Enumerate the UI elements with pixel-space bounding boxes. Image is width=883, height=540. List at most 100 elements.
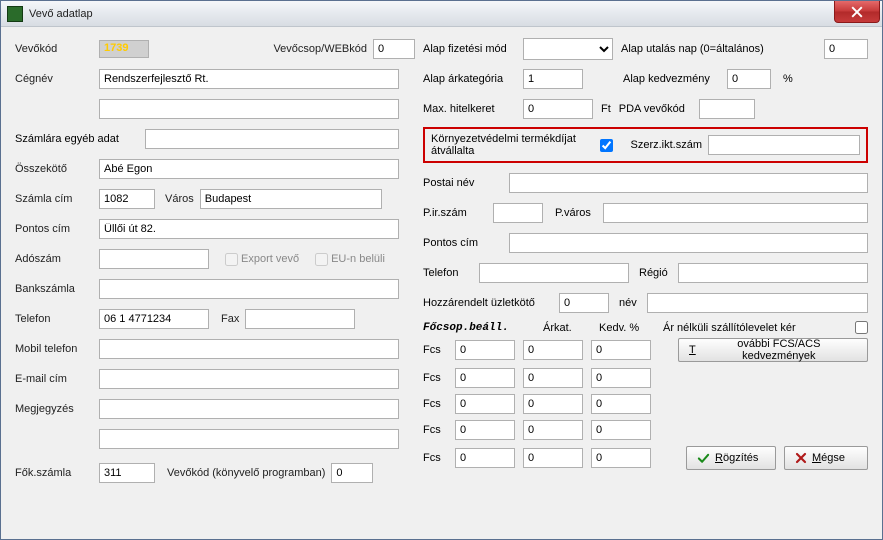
postai-nev-label: Postai név <box>423 177 509 189</box>
alap-utalas-input[interactable] <box>824 39 868 59</box>
app-icon <box>7 6 23 22</box>
alap-arkat-input[interactable] <box>523 69 583 89</box>
varos-input[interactable] <box>200 189 382 209</box>
vevokod-value: 1739 <box>99 40 149 58</box>
fcs-0-b-input[interactable] <box>523 340 583 360</box>
alap-arkat-label: Alap árkategória <box>423 73 523 85</box>
left-column: Vevőkód 1739 Vevőcsop/WEBkód Cégnév Szám… <box>15 37 415 491</box>
osszekoto-label: Összekötő <box>15 163 99 175</box>
fcs-2-c-input[interactable] <box>591 394 651 414</box>
max-hitel-input[interactable] <box>523 99 593 119</box>
percent-label: % <box>771 73 793 85</box>
bankszamla-label: Bankszámla <box>15 283 99 295</box>
p-pontos-cim-label: Pontos cím <box>423 237 509 249</box>
fax-label: Fax <box>209 313 245 325</box>
nev-label: név <box>609 297 647 309</box>
fcs-1-label: Fcs <box>423 372 447 384</box>
right-column: Alap fizetési mód Alap utalás nap (0=ált… <box>423 37 868 491</box>
pda-input[interactable] <box>699 99 755 119</box>
szamla-egyeb-input[interactable] <box>145 129 399 149</box>
mobil-input[interactable] <box>99 339 399 359</box>
fax-input[interactable] <box>245 309 355 329</box>
korny-checkbox[interactable] <box>600 139 613 152</box>
arnelkuli-checkbox[interactable] <box>855 321 868 334</box>
fcs-3-label: Fcs <box>423 424 447 436</box>
pvaros-input[interactable] <box>603 203 868 223</box>
export-vevo-label: Export vevő <box>238 253 305 265</box>
fcs-1-c-input[interactable] <box>591 368 651 388</box>
tovabbi-fcs-button[interactable]: További FCS/ACS kedvezmények <box>678 338 868 362</box>
cegnev-input[interactable] <box>99 69 399 89</box>
szerz-label: Szerz.ikt.szám <box>630 139 702 151</box>
close-icon <box>851 6 863 18</box>
adoszam-input[interactable] <box>99 249 209 269</box>
szamla-irsz-input[interactable] <box>99 189 155 209</box>
email-input[interactable] <box>99 369 399 389</box>
fcs-3-c-input[interactable] <box>591 420 651 440</box>
alap-kedv-input[interactable] <box>727 69 771 89</box>
telefon-label: Telefon <box>15 313 99 325</box>
fokszamla-input[interactable] <box>99 463 155 483</box>
fcs-0-c-input[interactable] <box>591 340 651 360</box>
megjegyzes1-input[interactable] <box>99 399 399 419</box>
p-pontos-cim-input[interactable] <box>509 233 868 253</box>
fcs-0-a-input[interactable] <box>455 340 515 360</box>
osszekoto-input[interactable] <box>99 159 399 179</box>
fcs-2-label: Fcs <box>423 398 447 410</box>
fcs-3-b-input[interactable] <box>523 420 583 440</box>
vevokod-label: Vevőkód <box>15 43 99 55</box>
szamla-cim-label: Számla cím <box>15 193 99 205</box>
eu-beluli-checkbox[interactable] <box>315 253 328 266</box>
fcs-4-c-input[interactable] <box>591 448 651 468</box>
alap-kedv-label: Alap kedvezmény <box>623 73 727 85</box>
check-icon <box>697 452 710 465</box>
pontos-cim-label: Pontos cím <box>15 223 99 235</box>
kedv-header: Kedv. % <box>599 322 653 334</box>
email-label: E-mail cím <box>15 373 99 385</box>
nev-input[interactable] <box>647 293 868 313</box>
cegnev2-input[interactable] <box>99 99 399 119</box>
hozzarendelt-label: Hozzárendelt üzletkötő <box>423 297 559 309</box>
arnelkuli-label: Ár nélküli szállítólevelet kér <box>663 322 845 334</box>
fcs-4-b-input[interactable] <box>523 448 583 468</box>
regio-input[interactable] <box>678 263 868 283</box>
alap-fiz-select[interactable] <box>523 38 613 60</box>
environmental-fee-box: Környezetvédelmi termékdíjat átvállalta … <box>423 127 868 163</box>
fokszamla-label: Fők.számla <box>15 467 99 479</box>
save-button[interactable]: Rögzítés <box>686 446 776 470</box>
pirszam-input[interactable] <box>493 203 543 223</box>
telefon-input[interactable] <box>99 309 209 329</box>
titlebar: Vevő adatlap <box>1 1 882 27</box>
hozzarendelt-input[interactable] <box>559 293 609 313</box>
cancel-button[interactable]: Mégse <box>784 446 868 470</box>
megjegyzes2-input[interactable] <box>99 429 399 449</box>
fcs-3-a-input[interactable] <box>455 420 515 440</box>
form-body: Vevőkód 1739 Vevőcsop/WEBkód Cégnév Szám… <box>1 27 882 537</box>
fcs-0-label: Fcs <box>423 344 447 356</box>
cancel-icon <box>795 452 807 464</box>
fcs-1-b-input[interactable] <box>523 368 583 388</box>
szamla-egyeb-label: Számlára egyéb adat <box>15 133 145 145</box>
window-title: Vevő adatlap <box>29 8 93 20</box>
fcs-4-label: Fcs <box>423 452 447 464</box>
fcs-4-a-input[interactable] <box>455 448 515 468</box>
korny-label: Környezetvédelmi termékdíjat átvállalta <box>431 133 594 157</box>
szerz-input[interactable] <box>708 135 860 155</box>
close-button[interactable] <box>834 1 880 23</box>
pontos-cim-input[interactable] <box>99 219 399 239</box>
alap-fiz-label: Alap fizetési mód <box>423 43 523 55</box>
r-telefon-label: Telefon <box>423 267 479 279</box>
postai-nev-input[interactable] <box>509 173 868 193</box>
r-telefon-input[interactable] <box>479 263 629 283</box>
fcs-1-a-input[interactable] <box>455 368 515 388</box>
export-vevo-checkbox[interactable] <box>225 253 238 266</box>
vevokod-konyvelo-input[interactable] <box>331 463 373 483</box>
alap-utalas-label: Alap utalás nap (0=általános) <box>621 43 824 55</box>
customer-form-window: Vevő adatlap Vevőkód 1739 Vevőcsop/WEBkó… <box>0 0 883 540</box>
vevocsop-label: Vevőcsop/WEBkód <box>273 43 373 55</box>
fcs-2-b-input[interactable] <box>523 394 583 414</box>
mobil-label: Mobil telefon <box>15 343 99 355</box>
fcs-2-a-input[interactable] <box>455 394 515 414</box>
bankszamla-input[interactable] <box>99 279 399 299</box>
vevocsop-input[interactable] <box>373 39 415 59</box>
